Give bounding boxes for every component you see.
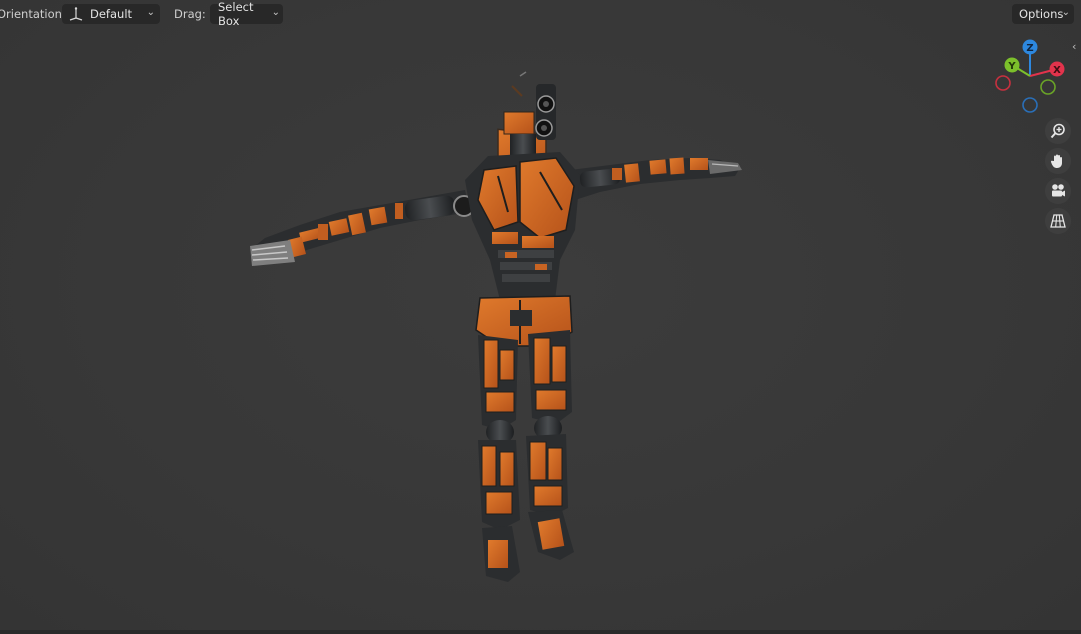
- robot-leg-left: [478, 335, 520, 582]
- robot-3d-model[interactable]: [0, 0, 1081, 634]
- robot-arm-right: [570, 157, 742, 200]
- robot-leg-right: [526, 330, 574, 560]
- viewport-bottom-border: [0, 630, 1081, 634]
- robot-arm-left: [250, 190, 475, 266]
- 3d-viewport[interactable]: Orientation: Default ⌄ Drag: Select Box …: [0, 0, 1081, 634]
- robot-torso: [465, 152, 580, 300]
